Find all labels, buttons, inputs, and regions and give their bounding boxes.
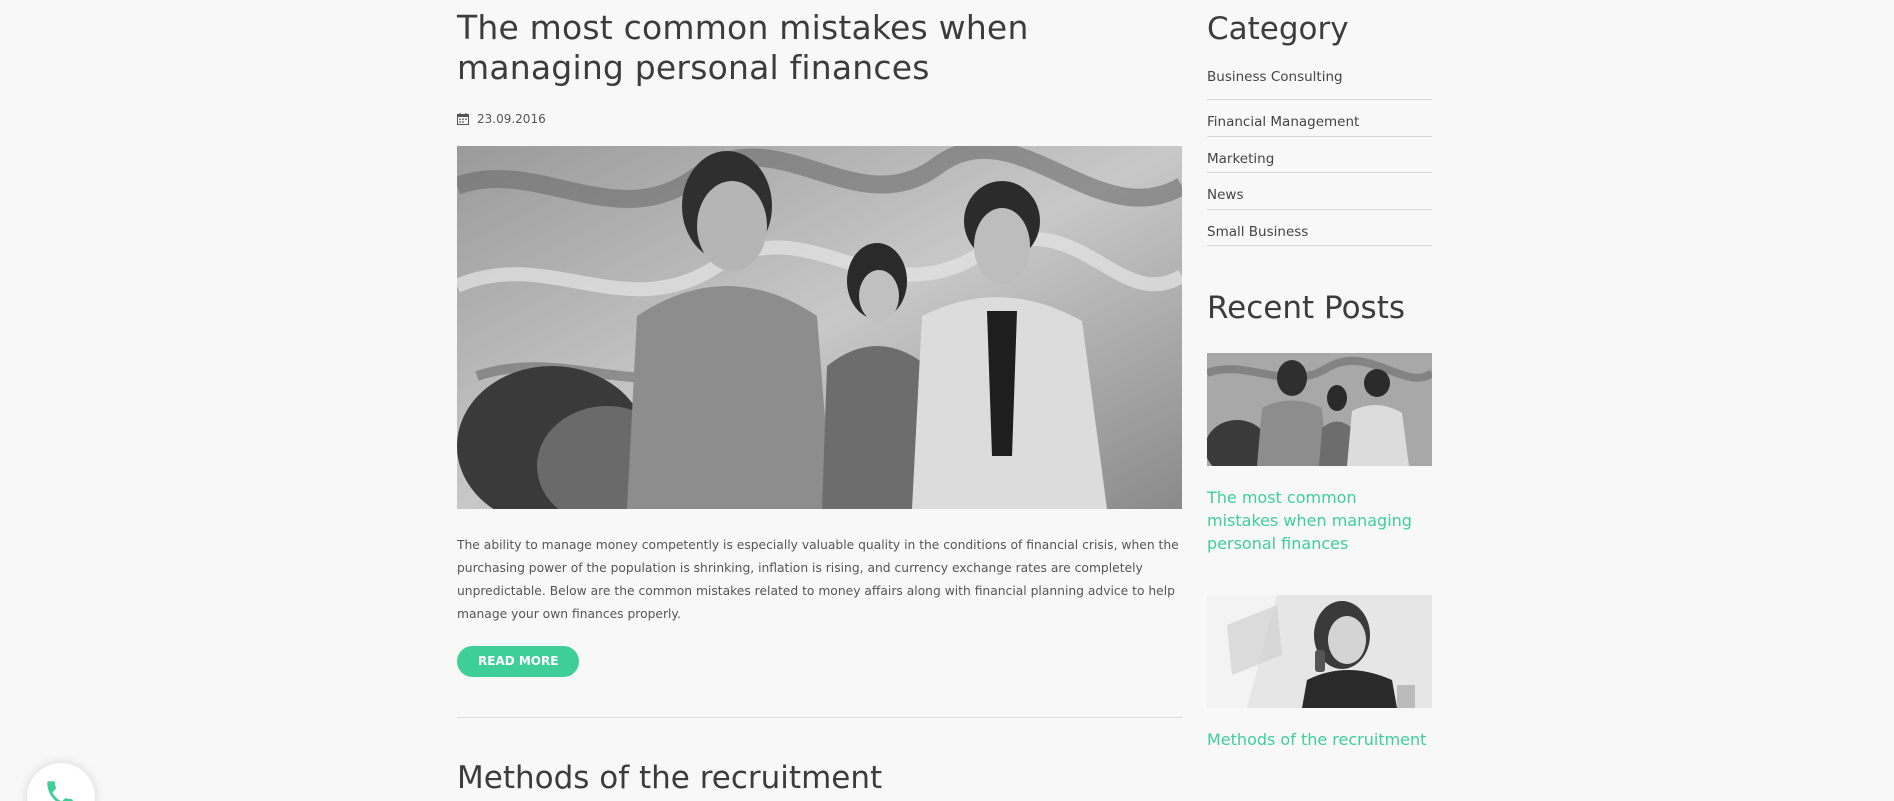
category-item-financial-management[interactable]: Financial Management — [1207, 100, 1432, 137]
post-meta: 23.09.2016 — [457, 112, 1182, 126]
category-item-small-business[interactable]: Small Business — [1207, 210, 1432, 246]
phone-icon — [47, 781, 73, 801]
post-featured-image[interactable] — [457, 146, 1182, 509]
recent-posts-widget-title: Recent Posts — [1207, 290, 1406, 326]
post-divider — [457, 717, 1182, 718]
next-post-title[interactable]: Methods of the recruitment — [457, 760, 1182, 796]
recent-post-item: Methods of the recruitment — [1207, 595, 1432, 751]
recent-post-link[interactable]: The most common mistakes when managing p… — [1207, 486, 1432, 555]
category-item-news[interactable]: News — [1207, 173, 1432, 210]
blog-page: The most common mistakes when managing p… — [0, 0, 1894, 801]
category-item-business-consulting[interactable]: Business Consulting — [1207, 64, 1432, 100]
category-item-marketing[interactable]: Marketing — [1207, 137, 1432, 173]
read-more-button[interactable]: READ MORE — [457, 646, 580, 677]
sidebar: Category Business Consulting Financial M… — [1207, 0, 1432, 751]
post-date: 23.09.2016 — [477, 112, 546, 126]
recent-post-item: The most common mistakes when managing p… — [1207, 353, 1432, 555]
category-widget-title: Category — [1207, 11, 1349, 47]
recent-post-thumbnail[interactable] — [1207, 595, 1432, 708]
post-excerpt: The ability to manage money competently … — [457, 538, 1179, 621]
recent-post-link[interactable]: Methods of the recruitment — [1207, 728, 1432, 751]
category-list: Business Consulting Financial Management… — [1207, 64, 1432, 246]
main-content: The most common mistakes when managing p… — [457, 0, 1182, 796]
phone-call-button[interactable] — [27, 763, 95, 801]
recent-post-thumbnail[interactable] — [1207, 353, 1432, 466]
calendar-icon — [457, 113, 469, 125]
post-title[interactable]: The most common mistakes when managing p… — [457, 8, 1182, 88]
